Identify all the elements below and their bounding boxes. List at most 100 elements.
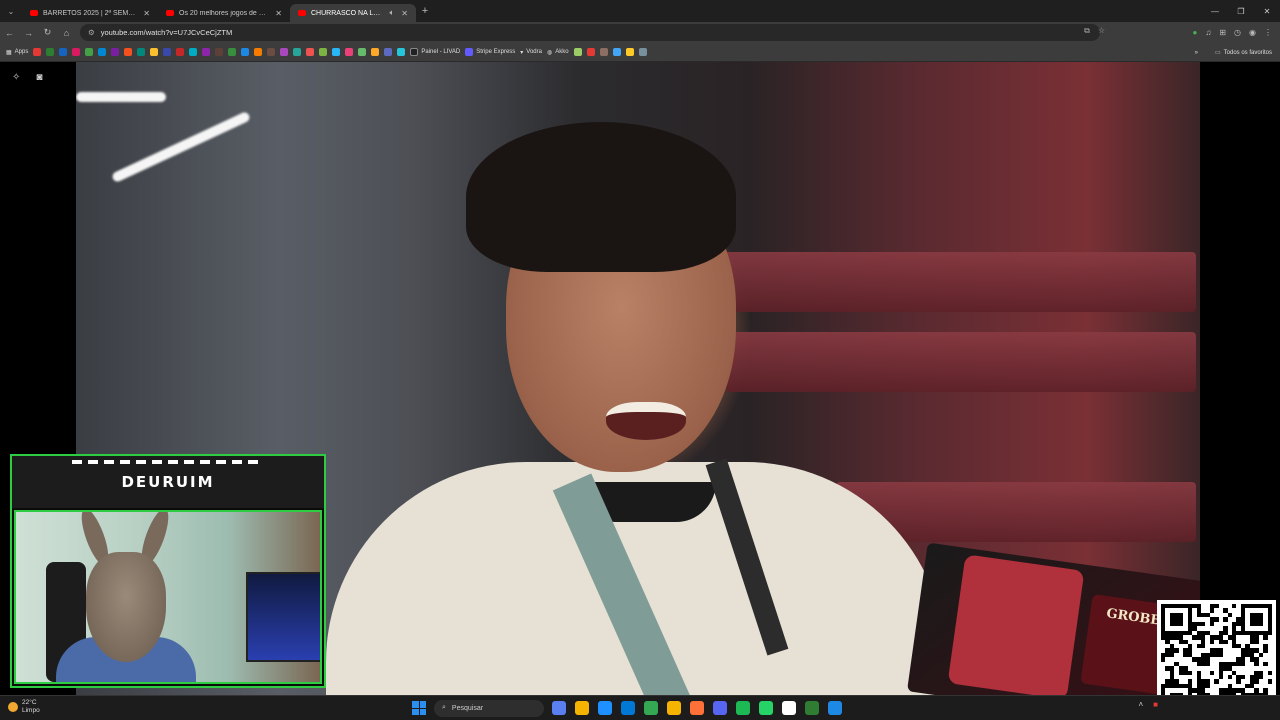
taskbar-app-icon[interactable] (782, 701, 796, 715)
site-info-icon[interactable]: ⚙ (88, 28, 95, 37)
akko-icon: ◍ (546, 49, 553, 56)
extension-icon[interactable]: ● (1192, 28, 1197, 37)
close-window-icon[interactable]: ✕ (1254, 7, 1280, 16)
tab-jogos[interactable]: Os 20 melhores jogos de simul ✕ (158, 4, 290, 22)
bookmark-favicon-icon[interactable] (319, 48, 328, 56)
bookmark-favicon-icon[interactable] (267, 48, 276, 56)
close-tab-icon[interactable]: ✕ (143, 9, 150, 18)
bookmark-favicon-icon[interactable] (124, 48, 133, 56)
bookmark-favicon-icon[interactable] (176, 48, 185, 56)
bookmark-favicon-icon[interactable] (293, 48, 302, 56)
bookmark-favicon-icon[interactable] (306, 48, 315, 56)
history-icon[interactable]: ◷ (1234, 28, 1241, 37)
taskbar-app-icon[interactable] (713, 701, 727, 715)
bookmark-favicon-icon[interactable] (371, 48, 380, 56)
address-text: youtube.com/watch?v=U7JCvCeCjZTM (100, 28, 233, 37)
tab-search-icon[interactable]: ⌄ (0, 0, 22, 22)
bookmark-favicon-icon[interactable] (345, 48, 354, 56)
bookmark-favicon-icon[interactable] (599, 48, 608, 56)
bookmark-favicon-icon[interactable] (625, 48, 634, 56)
menu-icon[interactable]: ⋮ (1264, 28, 1272, 37)
bookmark-favicon-icon[interactable] (189, 48, 198, 56)
meat-shelf (696, 252, 1196, 312)
overflow-chevron-icon[interactable]: » (1195, 50, 1198, 56)
taskbar-app-icon[interactable] (644, 701, 658, 715)
bookmark-favicon-icon[interactable] (384, 48, 393, 56)
close-tab-icon[interactable]: ✕ (275, 9, 282, 18)
media-icon[interactable]: ♫ (1205, 28, 1211, 37)
taskbar-app-icon[interactable] (690, 701, 704, 715)
bookmark-favicon-icon[interactable] (332, 48, 341, 56)
bookmark-favicon-icon[interactable] (163, 48, 172, 56)
weather-widget[interactable]: 22°C Limpo (8, 699, 40, 715)
bookmark-favicon-icon[interactable] (228, 48, 237, 56)
bookmark-apps[interactable]: ▦ Apps (6, 49, 28, 56)
bookmark-favicon-icon[interactable] (358, 48, 367, 56)
pc-monitor (246, 572, 320, 662)
camera-icon[interactable]: ◙ (36, 72, 42, 83)
ceiling-light (76, 92, 166, 102)
weather-condition: Limpo (22, 707, 40, 714)
bookmark-favicon-icon[interactable] (33, 48, 42, 56)
taskbar-app-icon[interactable] (598, 701, 612, 715)
bookmark-favicon-icon[interactable] (85, 48, 94, 56)
meat-cut (947, 554, 1085, 695)
speaker-icon[interactable]: 🔈︎ (389, 8, 394, 18)
taskbar-app-icon[interactable] (621, 701, 635, 715)
bookmark-favicon-icon[interactable] (98, 48, 107, 56)
taskbar-app-icon[interactable] (759, 701, 773, 715)
taskbar-app-icon[interactable] (805, 701, 819, 715)
forward-icon[interactable]: → (19, 28, 38, 38)
reload-icon[interactable]: ↻ (38, 27, 57, 38)
bookmark-vodra[interactable]: ▾ Vodra (520, 49, 542, 56)
taskbar-app-icon[interactable] (552, 701, 566, 715)
bookmark-favicon-icon[interactable] (254, 48, 263, 56)
all-bookmarks[interactable]: » ▭ Todos os favoritos (1188, 43, 1272, 61)
bookmark-favicon-icon[interactable] (111, 48, 120, 56)
bookmark-favicon-icon[interactable] (215, 48, 224, 56)
magic-wand-icon[interactable]: ✧ (12, 72, 20, 83)
bookmark-label: Akko (555, 49, 569, 55)
taskbar-search[interactable]: ⌕ Pesquisar (434, 699, 544, 717)
bookmark-favicon-icon[interactable] (612, 48, 621, 56)
new-tab-button[interactable]: + (416, 5, 434, 17)
home-icon[interactable]: ⌂ (57, 28, 76, 38)
bookmark-favicon-icon[interactable] (638, 48, 647, 56)
tray-chevron-icon[interactable]: ˄ (1138, 700, 1143, 709)
tab-barretos[interactable]: BARRETOS 2025 | 2ª SEMANA | ✕ (22, 4, 158, 22)
tray-app-icon[interactable]: ■ (1153, 700, 1158, 709)
windows-start-icon[interactable] (412, 701, 426, 715)
taskbar-app-icon[interactable] (575, 701, 589, 715)
tab-title: BARRETOS 2025 | 2ª SEMANA | (43, 9, 137, 17)
taskbar-app-icon[interactable] (736, 701, 750, 715)
bookmark-painel[interactable]: Painel - LIVAD (410, 48, 460, 56)
taskbar-app-icon[interactable] (667, 701, 681, 715)
maximize-icon[interactable]: ❐ (1228, 7, 1254, 16)
bookmark-favicon-icon[interactable] (46, 48, 55, 56)
bookmark-stripe[interactable]: Stripe Express (465, 48, 515, 56)
bookmark-favicon-icon[interactable] (241, 48, 250, 56)
minimize-icon[interactable]: — (1202, 7, 1228, 16)
bookmark-favicon-icon[interactable] (137, 48, 146, 56)
bookmark-favicon-icon[interactable] (202, 48, 211, 56)
bookmark-favicon-icon[interactable] (573, 48, 582, 56)
bookmark-favicon-icon[interactable] (59, 48, 68, 56)
profile-icon[interactable]: ◉ (1249, 28, 1256, 37)
taskbar-app-icon[interactable] (828, 701, 842, 715)
close-tab-icon[interactable]: ✕ (401, 9, 408, 18)
extensions-puzzle-icon[interactable]: ⊞ (1219, 28, 1226, 37)
pinned-apps (552, 701, 842, 715)
bookmark-star-icon[interactable]: ☆ (1098, 26, 1105, 35)
bookmark-label: Apps (14, 49, 29, 55)
bookmark-favicon-icon[interactable] (72, 48, 81, 56)
install-icon[interactable]: ⧉ (1084, 26, 1090, 36)
bookmark-akko[interactable]: ◍ Akko (547, 49, 569, 56)
bookmark-favicon-icon[interactable] (397, 48, 406, 56)
tab-churrasco[interactable]: CHURRASCO NA LAJE QUE 🔈︎ ✕ (290, 4, 416, 22)
bookmark-favicon-icon[interactable] (586, 48, 595, 56)
address-bar[interactable]: ⚙ youtube.com/watch?v=U7JCvCeCjZTM (80, 24, 1100, 41)
bookmark-favicon-icon[interactable] (150, 48, 159, 56)
bookmark-favicon-icon[interactable] (280, 48, 289, 56)
back-icon[interactable]: ← (0, 28, 19, 38)
folder-icon: ▭ (1214, 50, 1221, 56)
